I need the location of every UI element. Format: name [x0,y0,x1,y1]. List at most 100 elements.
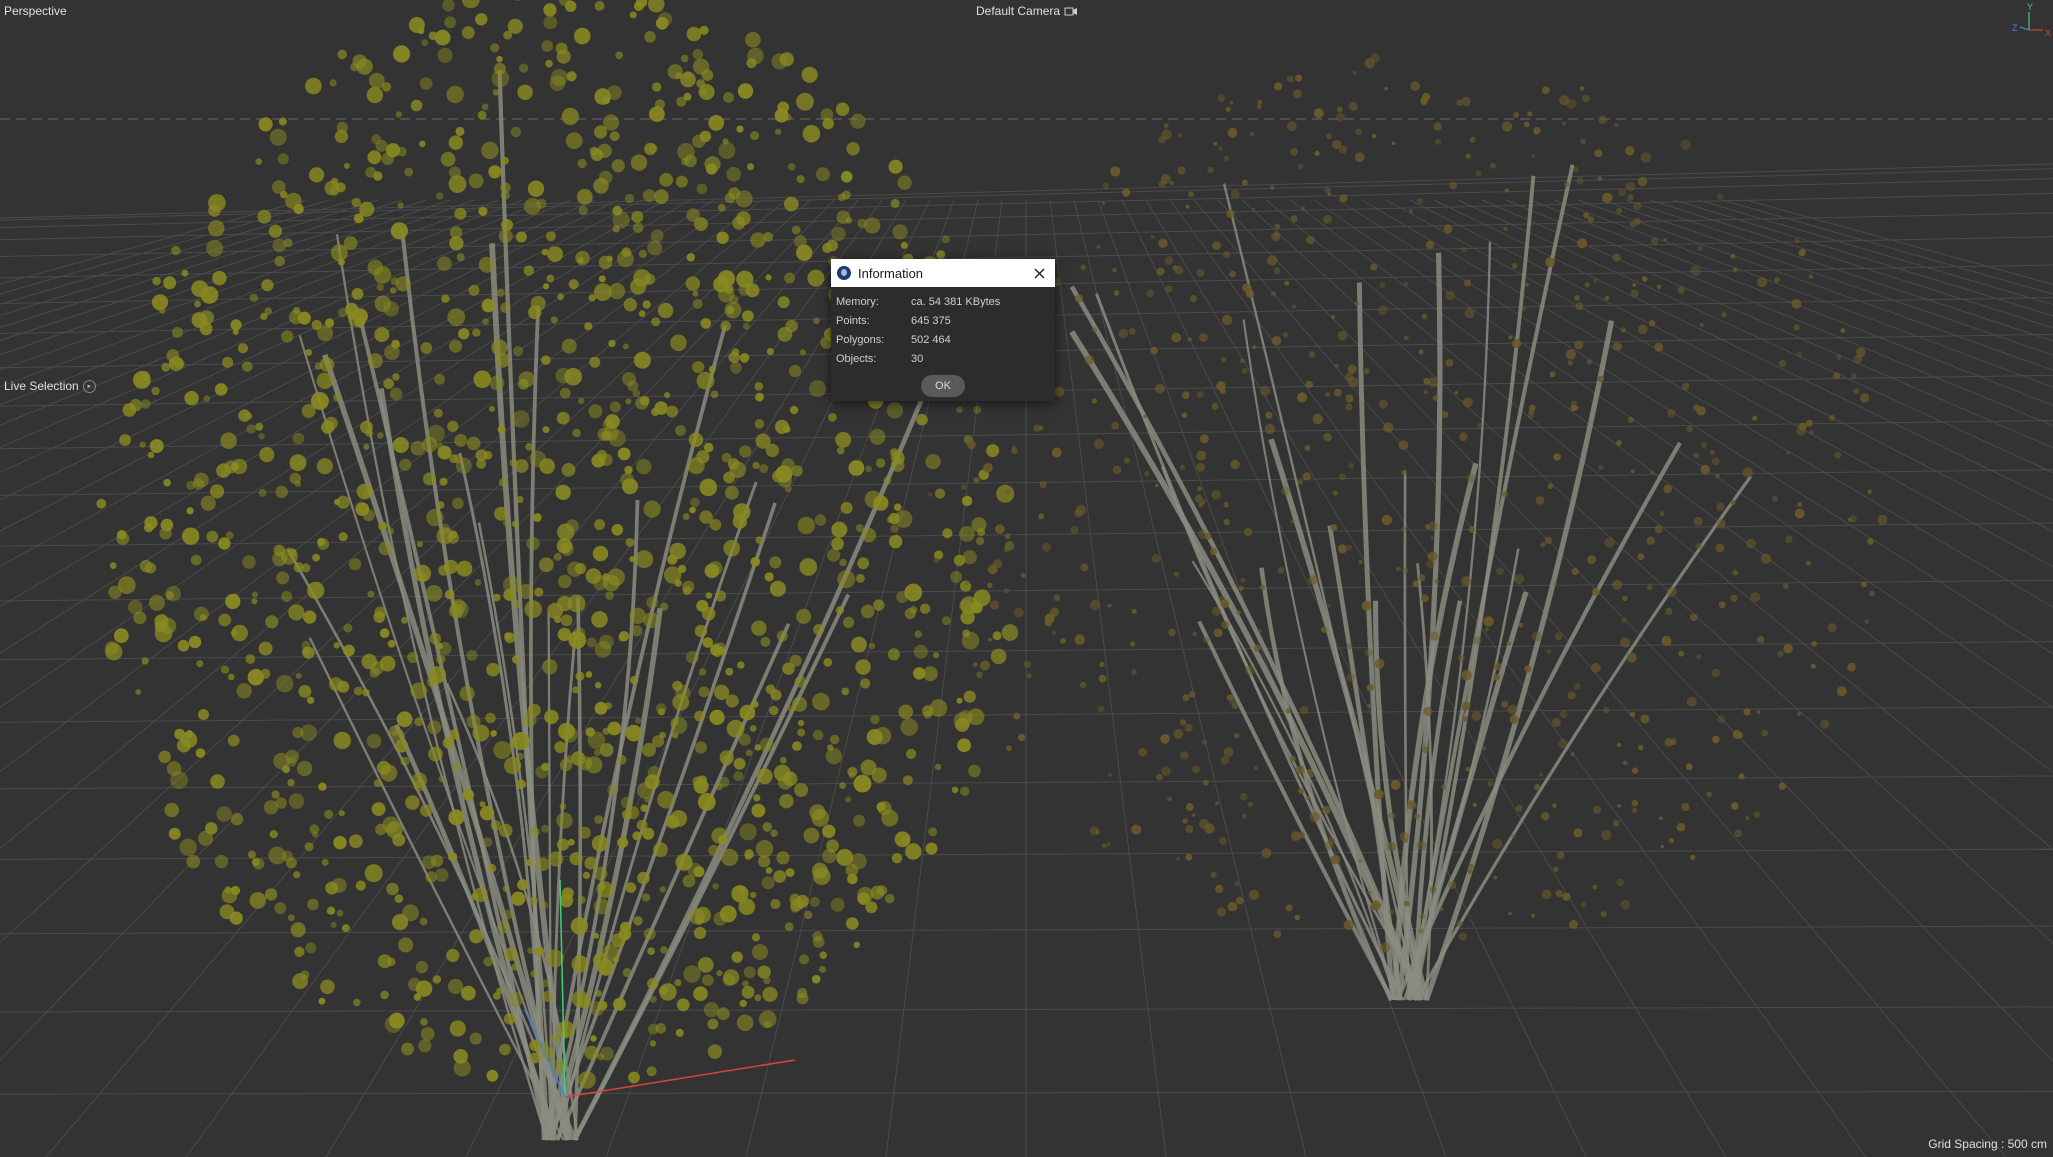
right-tree-leaf [1339,473,1346,481]
left-tree-leaf [555,484,571,500]
right-tree-leaf [986,582,993,589]
right-tree-leaf [1220,756,1230,765]
left-tree-leaf [419,140,426,148]
left-tree-leaf [151,294,169,311]
information-dialog[interactable]: Information Memory: ca. 54 381 KBytes Po… [831,259,1055,401]
left-tree-leaf [971,517,987,533]
left-tree-leaf [539,901,549,910]
left-tree-leaf [625,538,635,547]
left-tree-leaf [281,591,293,602]
left-tree-leaf [766,347,775,356]
left-tree-leaf [782,771,798,787]
left-tree-leaf [224,886,232,894]
x-axis-label: X [2045,28,2051,38]
right-tree-leaf [1541,86,1550,95]
left-tree-leaf [690,497,700,508]
left-tree-leaf [353,998,361,1007]
left-tree-leaf [481,103,489,111]
right-tree-leaf [1346,673,1356,682]
dialog-titlebar[interactable]: Information [831,259,1055,287]
left-tree-leaf [739,353,750,363]
right-tree-leaf [1778,782,1787,790]
left-tree-leaf [527,180,545,197]
right-tree-leaf [1591,587,1600,596]
left-tree-leaf [711,827,728,844]
left-tree-leaf [443,559,458,574]
left-tree-leaf [425,585,443,602]
right-tree-leaf [1348,102,1358,111]
right-tree-leaf [1670,738,1677,746]
left-tree-leaf [135,689,142,695]
left-tree-leaf [426,508,444,527]
right-tree-leaf [1177,166,1186,175]
active-tool-indicator[interactable]: Live Selection ▸ [4,379,96,393]
close-button[interactable] [1029,263,1049,283]
left-tree-leaf [222,356,234,368]
right-tree-leaf [1345,403,1353,411]
left-tree-leaf [777,327,793,342]
left-tree-leaf [540,824,549,833]
left-tree-leaf [631,625,643,637]
left-tree-leaf [371,802,386,816]
left-tree-leaf [875,458,886,468]
left-tree-leaf [585,756,603,774]
right-tree-leaf [1301,206,1305,210]
left-tree-leaf [390,287,397,294]
right-tree-leaf [1686,696,1697,707]
left-tree-leaf [703,1002,720,1018]
left-tree-leaf [168,827,181,840]
left-tree-leaf [738,733,751,746]
left-tree-leaf [736,270,754,288]
right-tree-leaf [1092,398,1098,404]
left-tree-leaf [511,732,530,750]
left-tree-leaf [621,809,632,820]
ok-button[interactable]: OK [921,375,965,397]
left-tree-leaf [754,744,762,751]
left-tree-leaf [657,708,666,716]
left-tree-leaf [616,755,627,765]
right-tree-leaf [1038,513,1045,520]
left-tree-leaf [283,238,293,248]
3d-viewport[interactable]: Perspective Default Camera Live Selectio… [0,0,2053,1157]
view-name-label[interactable]: Perspective [4,4,67,18]
left-tree-leaf [752,944,768,960]
right-tree-leaf [1484,627,1490,632]
left-tree-leaf [659,886,666,893]
camera-selector[interactable]: Default Camera [976,4,1078,18]
left-tree-leaf [439,477,448,486]
left-tree-leaf [350,62,360,72]
right-tree-leaf [1113,290,1120,296]
right-tree-leaf [1367,890,1372,895]
left-tree-leaf [557,595,573,612]
right-tree-leaf [1051,447,1062,458]
right-tree-leaf [1641,276,1648,282]
right-tree-leaf [1110,166,1121,177]
left-tree-leaf [906,748,917,760]
right-tree-leaf [1039,425,1044,431]
left-tree-leaf [354,317,366,328]
left-tree-leaf [779,794,794,809]
left-tree-leaf [273,752,290,770]
right-tree-leaf [1738,773,1745,780]
left-tree-leaf [556,812,573,829]
right-tree-leaf [1525,282,1529,287]
right-tree-leaf [1612,342,1621,351]
right-tree-leaf [1534,784,1541,791]
right-tree-leaf [1587,555,1596,565]
left-tree-leaf [559,803,567,810]
right-tree-leaf [1358,859,1363,864]
left-tree-leaf [545,59,553,68]
viewport-scene[interactable] [0,0,2053,1157]
left-tree-leaf [796,608,812,624]
left-tree-leaf [672,693,690,711]
grid-line [1481,199,2053,449]
left-tree-leaf [387,639,396,648]
left-tree-leaf [305,942,317,954]
left-tree-leaf [298,685,312,698]
left-tree-leaf [902,775,913,786]
left-tree-leaf [820,108,834,121]
left-tree-leaf [853,774,872,793]
left-tree-leaf [888,534,903,549]
left-tree-leaf [784,485,792,493]
right-tree-leaf [1196,462,1205,472]
